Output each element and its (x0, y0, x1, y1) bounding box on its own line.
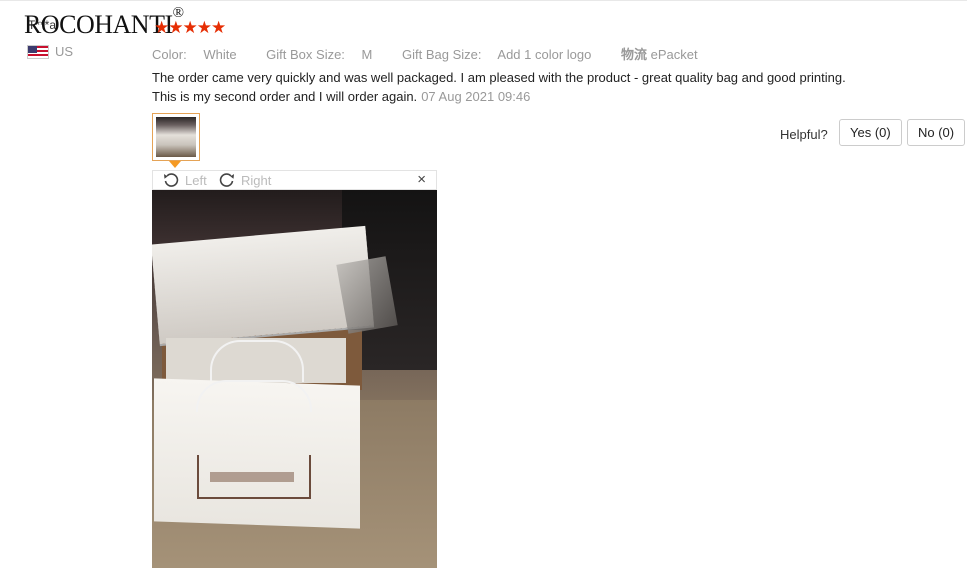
review-text-line-1: The order came very quickly and was well… (152, 70, 846, 85)
photo-bag-handle-back (210, 340, 304, 382)
shipping-info: 物流 ePacket (621, 47, 711, 62)
review-body: The order came very quickly and was well… (152, 68, 846, 106)
rating-stars: ★★★★★ (154, 18, 226, 37)
helpful-yes-button[interactable]: Yes (0) (839, 119, 902, 146)
helpful-no-button[interactable]: No (0) (907, 119, 966, 146)
rotate-left-label: Left (185, 172, 207, 188)
watermark-text: ROCOHANTI (24, 10, 173, 39)
photo-viewer-toolbar: Left Right × (152, 170, 437, 190)
attr-color: Color: White (152, 47, 250, 62)
helpful-label: Helpful? (780, 127, 828, 142)
shipping-label: 物流 (620, 47, 647, 62)
attr-gift-bag-size: Gift Bag Size: Add 1 color logo (402, 47, 604, 62)
photo-bag-logo-print (210, 472, 294, 482)
rotate-right-icon (219, 173, 234, 187)
reviewer-country: US (27, 44, 73, 59)
attr-color-value: White (203, 47, 237, 62)
close-icon[interactable]: × (417, 171, 426, 189)
rotate-right-button[interactable]: Right (219, 171, 271, 189)
attr-color-label: Color: (152, 47, 187, 62)
review-text-line-2: This is my second order and I will order… (152, 87, 846, 106)
attr-gift-box-label: Gift Box Size: (266, 47, 345, 62)
review-text-line-2-text: This is my second order and I will order… (152, 89, 418, 104)
country-code: US (55, 44, 74, 59)
rotate-left-button[interactable]: Left (163, 171, 207, 189)
attr-gift-box-size: Gift Box Size: M (266, 47, 385, 62)
shipping-method: ePacket (650, 47, 698, 62)
attr-gift-box-value: M (361, 47, 373, 62)
rotate-left-icon (164, 173, 179, 187)
review-photo-thumbnail[interactable] (152, 113, 200, 161)
photo-bag-handle-front (196, 380, 312, 412)
thumbnail-pointer (169, 161, 181, 168)
us-flag-icon (27, 44, 49, 59)
attr-gift-bag-label: Gift Bag Size: (402, 47, 482, 62)
order-attributes: Color: White Gift Box Size: M Gift Bag S… (152, 44, 724, 63)
review-date: 07 Aug 2021 09:46 (421, 89, 531, 104)
rotate-right-label: Right (241, 172, 272, 188)
thumbnail-image (156, 117, 196, 157)
top-divider (0, 0, 967, 1)
review-photo-large (152, 190, 437, 568)
attr-gift-bag-value: Add 1 color logo (497, 47, 592, 62)
